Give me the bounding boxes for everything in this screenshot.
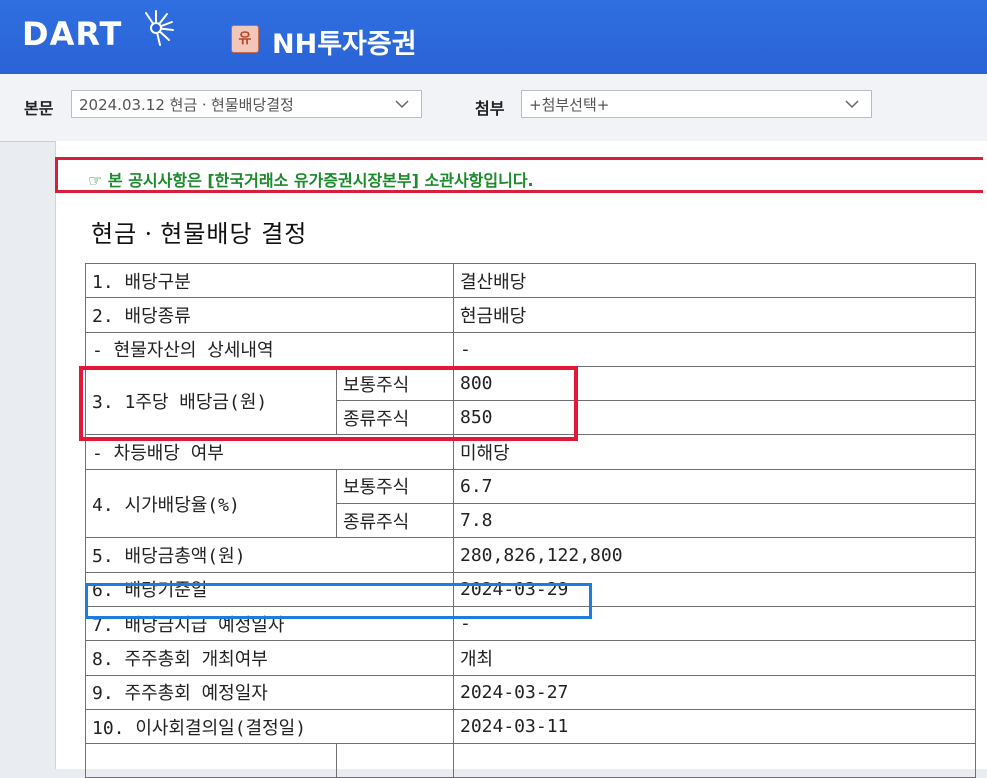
row-label: 1. 배당구분 <box>85 262 454 299</box>
row-value: 개최 <box>453 640 976 676</box>
dart-logo-burst-icon <box>145 10 174 46</box>
row-value: 결산배당 <box>453 262 976 299</box>
notice-text: ☞ 본 공시사항은 [한국거래소 유가증권시장본부] 소관사항입니다. <box>88 171 534 190</box>
table-row: 9. 주주총회 예정일자 2024-03-27 <box>85 674 976 710</box>
row-label: 9. 주주총회 예정일자 <box>85 674 454 710</box>
row-sublabel: 종류주식 <box>336 503 454 539</box>
dart-logo[interactable]: DART <box>22 15 122 53</box>
row-value: 2024-03-11 <box>453 708 976 745</box>
row-label <box>85 743 337 778</box>
table-row: 8. 주주총회 개최여부 개최 <box>85 640 976 676</box>
row-label: - 현물자산의 상세내역 <box>85 331 454 367</box>
row-value: 현금배당 <box>453 297 976 333</box>
table-row: 10. 이사회결의일(결정일) 2024-03-11 <box>85 708 976 745</box>
row-value: - <box>453 331 976 367</box>
market-badge: 유 <box>231 25 259 53</box>
table-row: 5. 배당금총액(원) 280,826,122,800 <box>85 537 976 573</box>
row-sublabel: 보통주식 <box>336 468 454 505</box>
row-value: 2024-03-27 <box>453 674 976 710</box>
table-row: - 현물자산의 상세내역 - <box>85 331 976 367</box>
main-document-select[interactable]: 2024.03.12 현금ㆍ현물배당결정 <box>71 90 422 118</box>
chevron-down-icon <box>845 100 859 109</box>
dividend-table: 1. 배당구분 결산배당 2. 배당종류 현금배당 - 현물자산의 상세내역 -… <box>85 262 976 778</box>
row-value: 7.8 <box>453 503 976 539</box>
table-row: 1. 배당구분 결산배당 <box>85 262 976 299</box>
attach-label: 첨부 <box>475 99 505 118</box>
page-title: 현금ㆍ현물배당 결정 <box>91 220 308 248</box>
attachment-select-value: +첨부선택+ <box>529 96 610 114</box>
dividend-per-share-highlight <box>79 366 578 441</box>
row-value <box>453 743 976 778</box>
main-document-select-value: 2024.03.12 현금ㆍ현물배당결정 <box>79 96 294 114</box>
row-value: 280,826,122,800 <box>453 537 976 573</box>
table-row: 4. 시가배당율(%) 보통주식 6.7 <box>85 468 976 539</box>
main-label: 본문 <box>24 99 54 118</box>
table-row: 2. 배당종류 현금배당 <box>85 297 976 333</box>
row-label: 10. 이사회결의일(결정일) <box>85 708 454 745</box>
row-label: 2. 배당종류 <box>85 297 454 333</box>
row-label: 4. 시가배당율(%) <box>85 468 337 539</box>
notice-banner: ☞ 본 공시사항은 [한국거래소 유가증권시장본부] 소관사항입니다. <box>55 157 983 193</box>
row-value: 6.7 <box>453 468 976 505</box>
attachment-select[interactable]: +첨부선택+ <box>521 90 872 118</box>
toolbar: 본문 2024.03.12 현금ㆍ현물배당결정 첨부 +첨부선택+ <box>0 74 987 142</box>
table-row <box>85 743 976 778</box>
row-label: 5. 배당금총액(원) <box>85 537 454 573</box>
company-name: NH투자증권 <box>272 29 417 60</box>
header-bar: DART 유 NH투자증권 <box>0 0 987 74</box>
record-date-highlight <box>85 583 592 619</box>
row-sublabel <box>336 743 454 778</box>
row-label: 8. 주주총회 개최여부 <box>85 640 454 676</box>
chevron-down-icon <box>395 100 409 109</box>
